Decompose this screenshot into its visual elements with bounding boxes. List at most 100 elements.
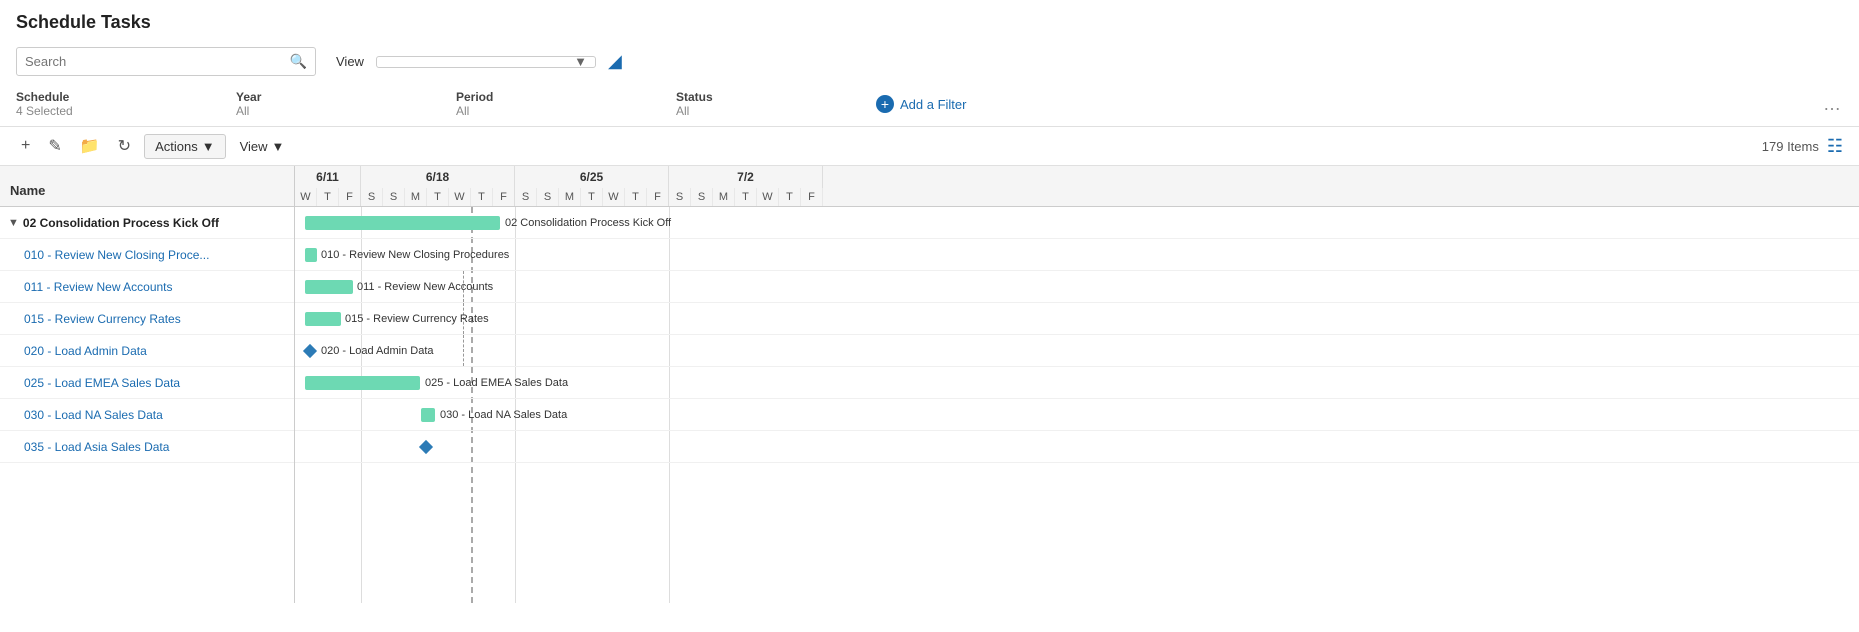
page-title: Schedule Tasks — [0, 0, 1859, 41]
gantt-bar-label-2: 010 - Review New Closing Procedures — [321, 249, 509, 261]
name-column-header: Name — [0, 166, 295, 206]
more-options-button[interactable]: … — [1823, 94, 1843, 115]
view-dropdown[interactable]: ▼ — [376, 56, 596, 68]
day-T7: T — [779, 188, 801, 206]
week-row: 6/11 6/18 6/25 7/2 — [295, 166, 1859, 188]
task-name-4: 015 - Review Currency Rates — [24, 312, 181, 326]
grid-view-icon[interactable]: ☷ — [1827, 136, 1843, 157]
gantt-row-8 — [295, 431, 1859, 463]
gantt-row-7: 030 - Load NA Sales Data — [295, 399, 1859, 431]
gantt-bar-7 — [421, 408, 435, 422]
day-T1: T — [317, 188, 339, 206]
edit-button[interactable]: ✎ — [43, 133, 66, 159]
actions-button[interactable]: Actions ▼ — [144, 134, 226, 159]
day-W3: W — [603, 188, 625, 206]
task-row-6[interactable]: 025 - Load EMEA Sales Data — [0, 367, 294, 399]
day-F1: F — [339, 188, 361, 206]
gantt-bar-1 — [305, 216, 500, 230]
task-gantt-body: ▼ 02 Consolidation Process Kick Off 010 … — [0, 207, 1859, 603]
day-row: W T F S S M T W T F S S M T W — [295, 188, 1859, 206]
task-name-list: ▼ 02 Consolidation Process Kick Off 010 … — [0, 207, 295, 603]
period-label: Period — [456, 90, 616, 104]
day-S3: S — [515, 188, 537, 206]
week-625: 6/25 — [515, 166, 669, 188]
gantt-date-header: 6/11 6/18 6/25 7/2 W T F S S M T W — [295, 166, 1859, 206]
day-T3: T — [471, 188, 493, 206]
gantt-bar-label-6: 025 - Load EMEA Sales Data — [425, 377, 568, 389]
gantt-bar-4 — [305, 312, 341, 326]
main-area: Name 6/11 6/18 6/25 7/2 W T F S — [0, 166, 1859, 603]
day-M3: M — [713, 188, 735, 206]
day-F4: F — [801, 188, 823, 206]
day-W4: W — [757, 188, 779, 206]
day-M1: M — [405, 188, 427, 206]
day-S5: S — [669, 188, 691, 206]
dep-line-5 — [463, 335, 464, 366]
task-name-5: 020 - Load Admin Data — [24, 344, 147, 358]
day-S1: S — [361, 188, 383, 206]
task-name-7: 030 - Load NA Sales Data — [24, 408, 163, 422]
year-value: All — [236, 104, 396, 118]
gantt-row-3: 011 - Review New Accounts — [295, 271, 1859, 303]
filter-icon[interactable]: ◢ — [608, 51, 622, 72]
search-box[interactable]: 🔍 — [16, 47, 316, 76]
filter-status[interactable]: Status All — [676, 86, 836, 122]
add-filter-button[interactable]: + Add a Filter — [876, 95, 966, 113]
gantt-bar-label-5: 020 - Load Admin Data — [321, 345, 434, 357]
task-name-3: 011 - Review New Accounts — [24, 280, 173, 294]
schedule-label: Schedule — [16, 90, 176, 104]
add-filter-label: Add a Filter — [900, 97, 966, 112]
toolbar-right: 179 Items ☷ — [1762, 136, 1843, 157]
gantt-bars-area: 02 Consolidation Process Kick Off 010 - … — [295, 207, 1859, 603]
day-T4: T — [581, 188, 603, 206]
task-row-3[interactable]: 011 - Review New Accounts — [0, 271, 294, 303]
gantt-bar-3 — [305, 280, 353, 294]
gantt-row-6: 025 - Load EMEA Sales Data — [295, 367, 1859, 399]
view-label: View — [336, 54, 364, 69]
search-input[interactable] — [25, 54, 290, 69]
filter-period[interactable]: Period All — [456, 86, 616, 122]
gantt-diamond-5 — [303, 343, 317, 357]
task-name-2: 010 - Review New Closing Proce... — [24, 248, 209, 262]
task-row-4[interactable]: 015 - Review Currency Rates — [0, 303, 294, 335]
week-618: 6/18 — [361, 166, 515, 188]
week-72: 7/2 — [669, 166, 823, 188]
gantt-bar-2 — [305, 248, 317, 262]
items-count: 179 Items — [1762, 139, 1819, 154]
toolbar: + ✎ 📁 ↻ Actions ▼ View ▼ 179 Items ☷ — [0, 127, 1859, 166]
page-container: Schedule Tasks 🔍 View ▼ ◢ Schedule 4 Sel… — [0, 0, 1859, 632]
view-toggle-label: View — [240, 139, 268, 154]
actions-label: Actions — [155, 139, 198, 154]
gantt-bar-label-1: 02 Consolidation Process Kick Off — [505, 217, 671, 229]
week-611: 6/11 — [295, 166, 361, 188]
view-toggle-button[interactable]: View ▼ — [234, 135, 291, 158]
filter-schedule[interactable]: Schedule 4 Selected — [16, 86, 176, 122]
filter-year[interactable]: Year All — [236, 86, 396, 122]
task-row-7[interactable]: 030 - Load NA Sales Data — [0, 399, 294, 431]
name-col-label: Name — [10, 183, 45, 198]
add-button[interactable]: + — [16, 134, 35, 158]
day-S4: S — [537, 188, 559, 206]
expand-icon-1: ▼ — [8, 217, 19, 229]
task-row-2[interactable]: 010 - Review New Closing Proce... — [0, 239, 294, 271]
task-name-6: 025 - Load EMEA Sales Data — [24, 376, 180, 390]
actions-arrow-icon: ▼ — [202, 139, 215, 154]
gantt-bar-label-4: 015 - Review Currency Rates — [345, 313, 489, 325]
folder-button[interactable]: 📁 — [75, 133, 105, 159]
day-W1: W — [295, 188, 317, 206]
refresh-button[interactable]: ↻ — [113, 133, 136, 159]
day-S6: S — [691, 188, 713, 206]
view-toggle-icon: ▼ — [272, 139, 285, 154]
day-S2: S — [383, 188, 405, 206]
period-value: All — [456, 104, 616, 118]
task-row-5[interactable]: 020 - Load Admin Data — [0, 335, 294, 367]
gantt-row-4: 015 - Review Currency Rates — [295, 303, 1859, 335]
schedule-value: 4 Selected — [16, 104, 176, 118]
day-M2: M — [559, 188, 581, 206]
search-icon: 🔍 — [290, 53, 307, 70]
task-row-1[interactable]: ▼ 02 Consolidation Process Kick Off — [0, 207, 294, 239]
task-row-8[interactable]: 035 - Load Asia Sales Data — [0, 431, 294, 463]
status-value: All — [676, 104, 836, 118]
search-row: 🔍 View ▼ ◢ — [0, 41, 1859, 82]
filter-row: Schedule 4 Selected Year All Period All … — [0, 82, 1859, 127]
